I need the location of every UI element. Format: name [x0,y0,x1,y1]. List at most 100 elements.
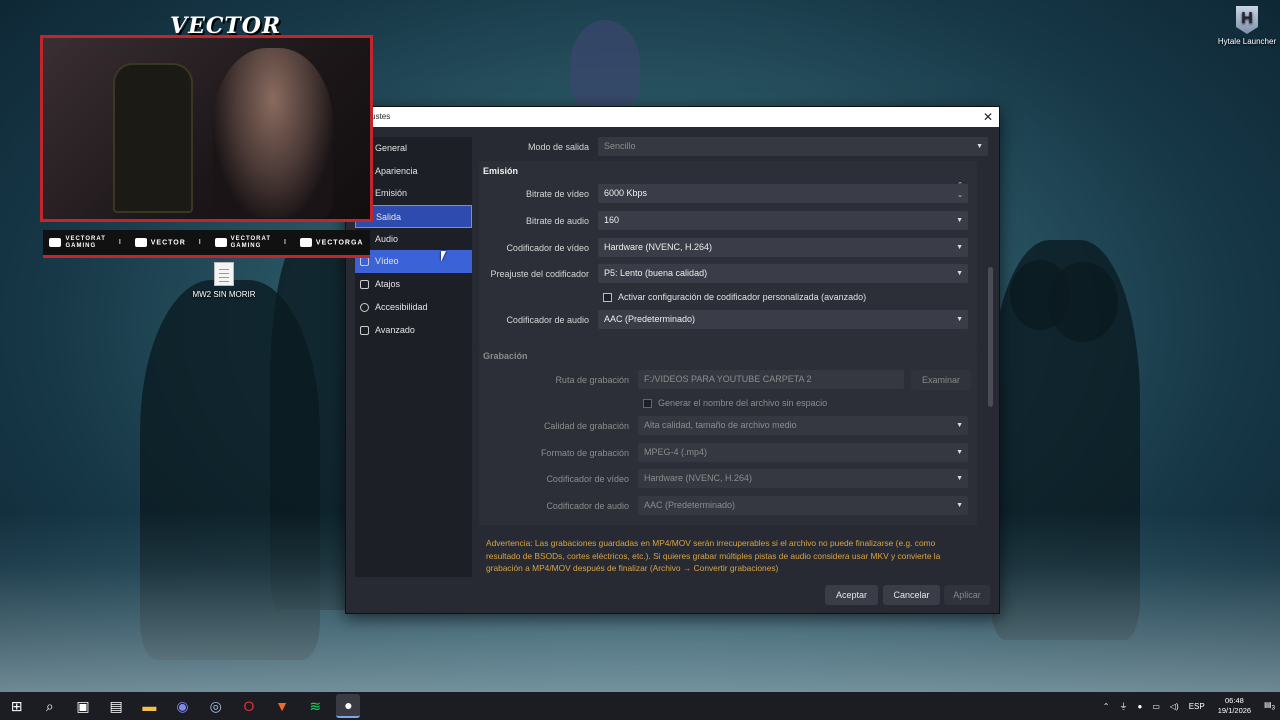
recording-quality-select[interactable]: Alta calidad, tamaño de archivo medio [638,416,968,435]
taskbar: ⊞ ⌕ ▣ ▤ ▬ ◉ ◎ O ▼ ≋ ● ⌃ ⏚ ● ▭ ◁) ESP 06:… [0,692,1280,720]
checkbox-box[interactable] [603,292,612,302]
accept-button[interactable]: Aceptar [825,585,878,605]
video-encoder-label: Codificador de vídeo [506,242,589,253]
sidebar-item-video[interactable]: Vídeo [355,250,472,274]
dialog-titlebar[interactable]: Ajustes ✕ [346,107,999,127]
close-icon[interactable]: ✕ [983,107,993,127]
video-bitrate-label: Bitrate de vídeo [525,188,589,199]
sidebar-item-label: Atajos [375,279,401,290]
desktop-icon-label: Hytale Launcher [1217,37,1277,46]
brand-logo-text: VECTOR [170,13,282,39]
recording-video-encoder-row: Codificador de vídeo Hardware (NVENC, H.… [519,469,968,488]
search-icon[interactable]: ⌕ [38,694,62,718]
social-twitter: VECTORAT GAMING [214,236,271,250]
desktop-icon-mw2[interactable]: MW2 SIN MORIR [190,262,258,299]
steam-icon[interactable]: ◎ [204,694,228,718]
usb-icon[interactable]: ⏚ [1119,701,1127,712]
recording-section-title: Grabación [483,351,528,361]
twitter-icon [214,238,227,247]
file-explorer-icon[interactable]: ▬ [137,694,161,718]
volume-icon[interactable]: ◁) [1170,702,1179,711]
recording-video-encoder-select[interactable]: Hardware (NVENC, H.264) [638,469,968,488]
notification-center-icon[interactable]: ▤3 [1264,700,1275,712]
encoder-preset-row: Preajuste del codificador P5: Lento (bue… [479,264,968,283]
social-handle: VECTOR [150,239,186,247]
clock-time: 06:48 [1225,696,1244,705]
sidebar-item-label: Apariencia [375,165,418,176]
instagram-icon [299,238,312,247]
recording-quality-label: Calidad de grabación [543,420,629,431]
social-twitch: VECTOR [134,238,186,247]
brave-icon[interactable]: ▼ [270,694,294,718]
social-instagram: VECTORGA [299,238,364,247]
notification-count: 3 [1271,705,1275,712]
recording-audio-encoder-select[interactable]: AAC (Predeterminado) [638,496,968,515]
no-space-checkbox-label: Generar el nombre del archivo sin espaci… [658,398,828,408]
sidebar-item-avanzado[interactable]: Avanzado [355,319,472,342]
apply-button[interactable]: Aplicar [944,585,990,605]
custom-encoder-checkbox[interactable]: Activar configuración de codificador per… [603,292,866,302]
social-handle-sub: GAMING [65,242,97,249]
sidebar-item-label: Salida [376,212,402,223]
task-view-icon[interactable]: ▣ [71,694,95,718]
social-handle: VECTORAT [65,235,106,242]
sidebar-item-audio[interactable]: Audio [355,228,472,251]
encoder-preset-select[interactable]: P5: Lento (buena calidad) [598,264,968,283]
microphone-icon[interactable]: ● [1137,702,1142,711]
encoder-preset-label: Preajuste del codificador [490,268,589,279]
network-icon[interactable]: ▭ [1152,702,1160,711]
language-indicator[interactable]: ESP [1189,702,1205,711]
streamer-camera-feed [213,48,333,218]
recording-quality-row: Calidad de grabación Alta calidad, tamañ… [519,416,968,435]
audio-encoder-row: Codificador de audio AAC (Predeterminado… [479,310,968,329]
sidebar-item-label: Avanzado [375,324,415,335]
audio-bitrate-select[interactable]: 160 [598,211,968,230]
recording-path-row: Ruta de grabación F:/VIDEOS PARA YOUTUBE… [519,370,904,389]
recording-format-select[interactable]: MPEG-4 (.mp4) [638,443,968,462]
system-tray: ⌃ ⏚ ● ▭ ◁) ESP 06:48 19/1/2026 ▤3 [1098,692,1280,720]
desktop-icon-hytale[interactable]: H Hytale Launcher [1216,6,1278,46]
output-mode-label: Modo de salida [527,141,589,152]
recording-format-row: Formato de grabación MPEG-4 (.mp4) [519,443,968,462]
sidebar-item-label: Emisión [375,188,408,199]
content-scrollbar[interactable] [988,267,993,407]
twitch-icon [134,238,147,247]
checkbox-box[interactable] [643,398,652,408]
recording-format-label: Formato de grabación [540,447,629,458]
browse-button[interactable]: Examinar [911,370,971,390]
opera-icon[interactable]: O [237,694,261,718]
video-bitrate-spinbox[interactable]: 6000 Kbps [598,181,968,203]
video-encoder-select[interactable]: Hardware (NVENC, H.264) [598,238,968,257]
recording-path-label: Ruta de grabación [555,374,629,385]
obs-icon[interactable]: ● [336,694,361,718]
text-document-icon [214,262,234,286]
webcam-overlay [40,35,373,222]
spotify-icon[interactable]: ≋ [303,694,327,718]
streaming-section-title: Emisión [483,166,519,176]
media-player-icon[interactable]: ▤ [104,694,128,718]
mouse-cursor-icon [441,251,446,262]
recording-video-encoder-label: Codificador de vídeo [546,473,629,484]
sidebar-item-label: Audio [375,233,399,244]
recording-audio-encoder-row: Codificador de audio AAC (Predeterminado… [519,496,968,515]
desktop-icon-label: MW2 SIN MORIR [192,290,256,299]
no-space-checkbox[interactable]: Generar el nombre del archivo sin espaci… [643,398,827,408]
sidebar-item-atajos[interactable]: Atajos [355,273,472,296]
settings-dialog: Ajustes ✕ General Apariencia Emisión Sal… [345,106,1000,614]
recording-path-input[interactable]: F:/VIDEOS PARA YOUTUBE CARPETA 2 [638,370,904,389]
social-handle-sub: GAMING [230,242,262,249]
taskbar-clock[interactable]: 06:48 19/1/2026 [1218,696,1251,716]
audio-encoder-select[interactable]: AAC (Predeterminado) [598,310,968,329]
accessibility-icon [360,302,369,312]
cancel-button[interactable]: Cancelar [883,585,940,605]
sidebar-item-label: Vídeo [375,256,399,267]
wrench-icon [360,325,369,335]
output-mode-select[interactable]: Sencillo [598,137,988,156]
sidebar-item-accesibilidad[interactable]: Accesibilidad [355,296,472,319]
monitor-icon [360,257,369,267]
social-handle: VECTORGA [315,239,364,247]
chevron-up-icon[interactable]: ⌃ [1103,702,1110,711]
discord-icon[interactable]: ◉ [171,694,195,718]
start-icon[interactable]: ⊞ [5,694,29,718]
settings-content: Modo de salida Sencillo Emisión Bitrate … [479,137,994,527]
